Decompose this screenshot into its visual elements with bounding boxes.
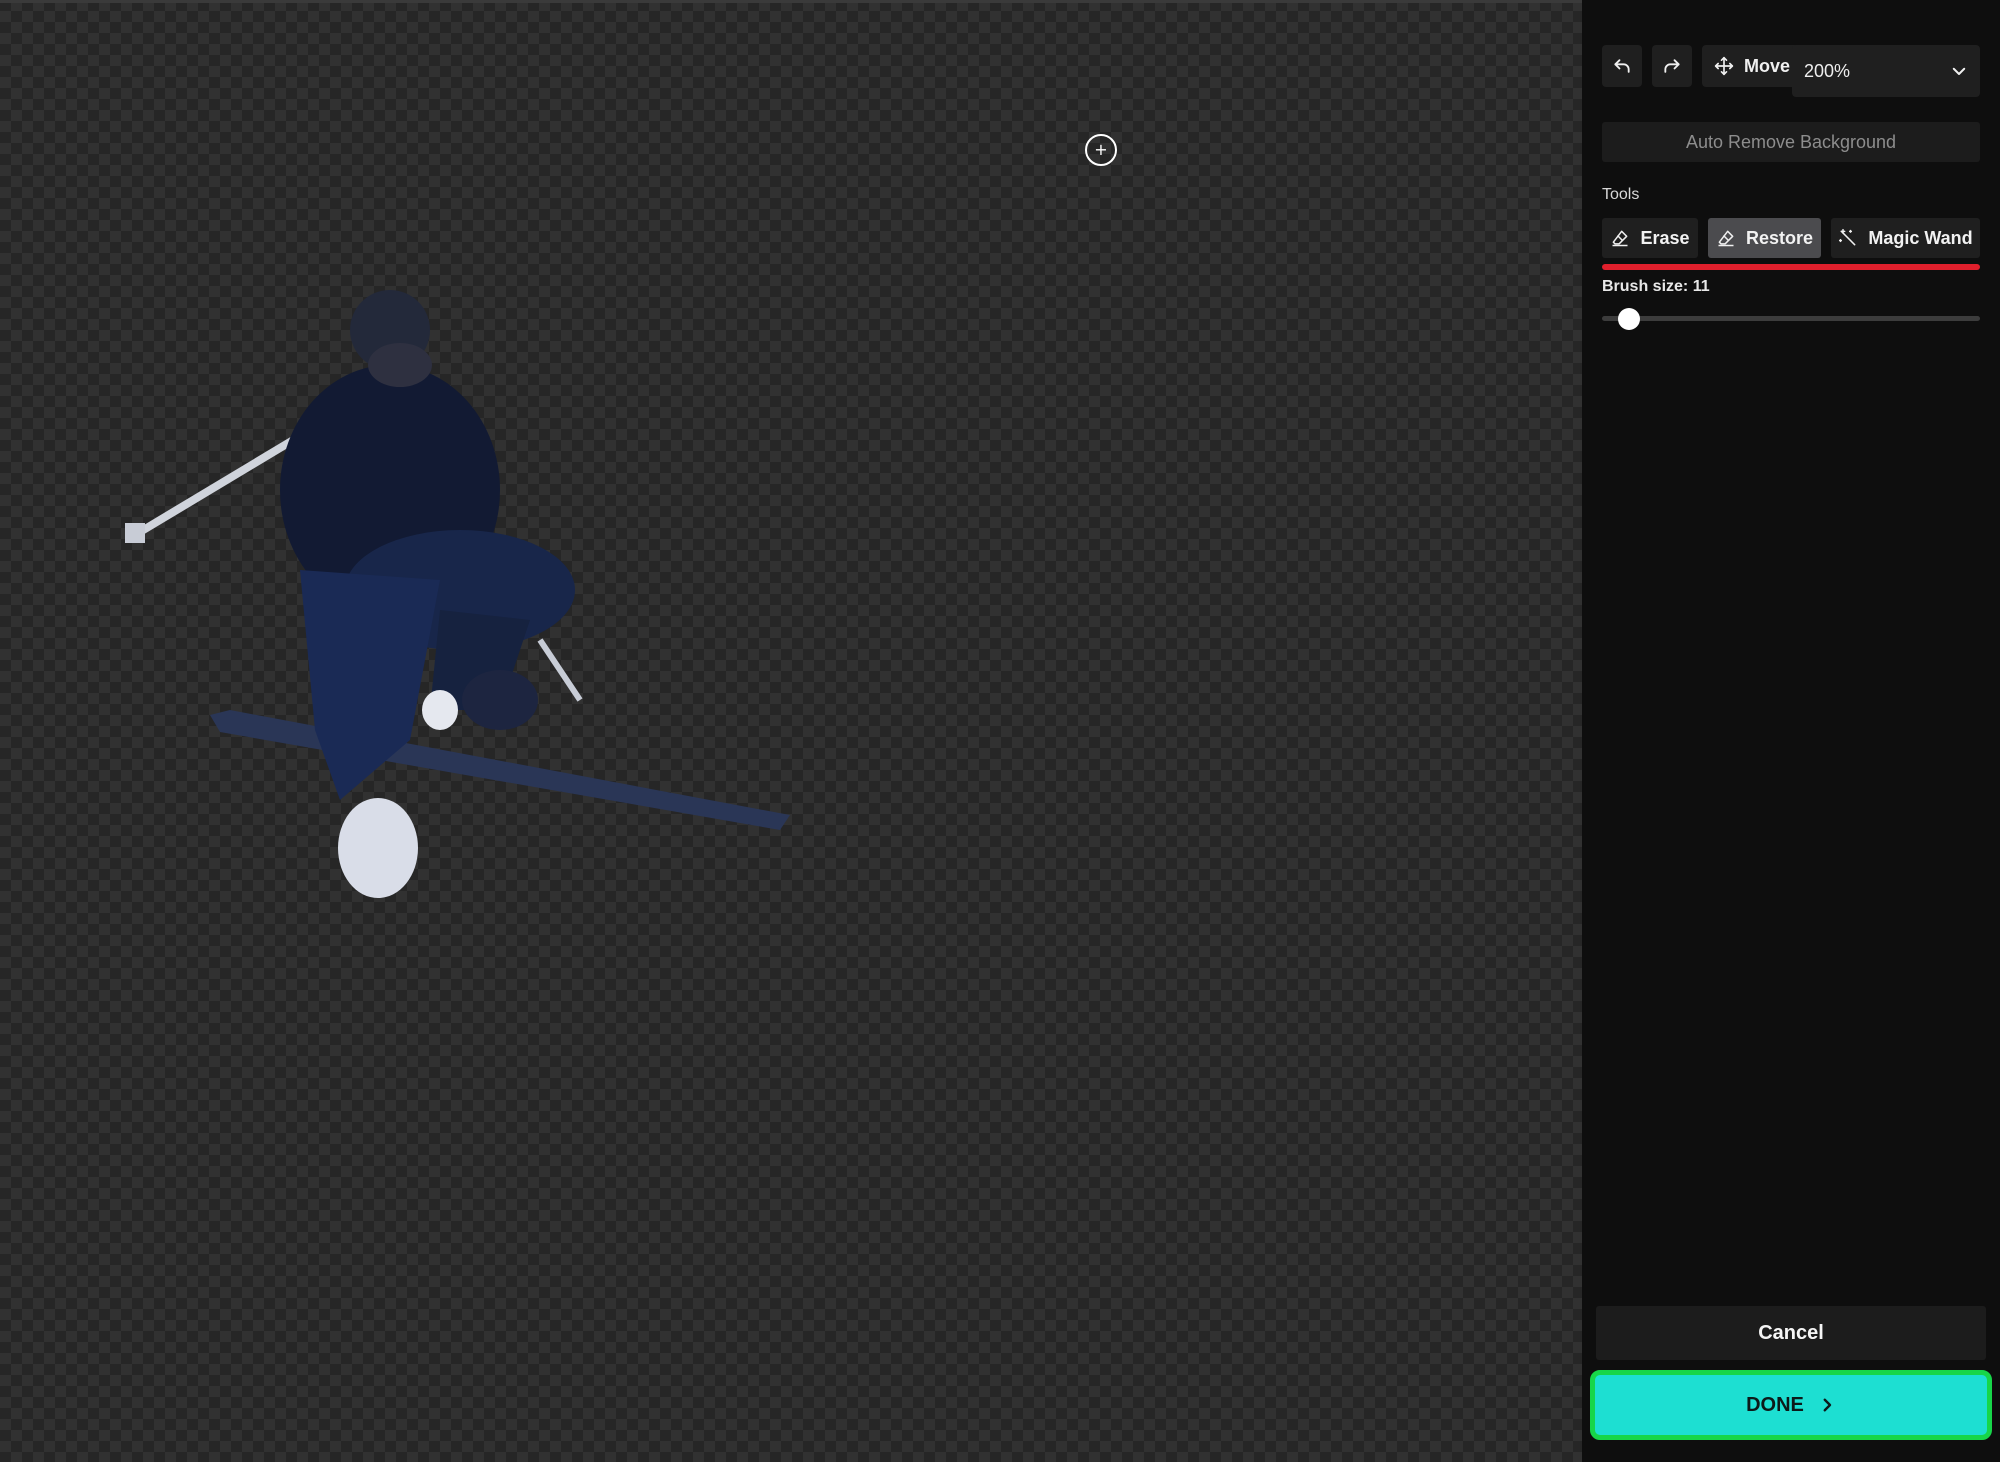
chevron-down-icon xyxy=(1952,67,1966,75)
erase-tool-button[interactable]: Erase xyxy=(1602,218,1698,258)
auto-remove-background-button[interactable]: Auto Remove Background xyxy=(1602,122,1980,162)
done-button[interactable]: DONE xyxy=(1590,1370,1992,1440)
magic-wand-tool-label: Magic Wand xyxy=(1868,227,1973,248)
tool-group: Erase Restore Magic Wand xyxy=(1602,218,1980,258)
undo-button[interactable] xyxy=(1602,45,1642,87)
magic-wand-tool-button[interactable]: Magic Wand xyxy=(1831,218,1980,258)
brush-size-slider-track[interactable] xyxy=(1602,316,1980,321)
cancel-button[interactable]: Cancel xyxy=(1596,1306,1986,1360)
skier-cutout-image xyxy=(125,290,790,898)
magic-wand-icon xyxy=(1839,228,1856,246)
editor-canvas[interactable]: + xyxy=(0,0,1582,1462)
redo-button[interactable] xyxy=(1652,45,1692,87)
tools-heading: Tools xyxy=(1602,186,1640,203)
eraser-icon xyxy=(1612,230,1628,247)
move-button-label: Move xyxy=(1744,55,1791,76)
canvas-top-border xyxy=(0,0,1582,3)
undo-icon xyxy=(1614,59,1630,73)
edit-side-panel: Move 200% Auto Remove Background Tools E… xyxy=(1582,0,2000,1462)
chevron-right-icon xyxy=(1823,1398,1832,1412)
move-icon xyxy=(1714,56,1734,76)
restore-tool-label: Restore xyxy=(1745,227,1814,248)
redo-icon xyxy=(1664,59,1680,73)
restore-tool-button[interactable]: Restore xyxy=(1708,218,1821,258)
brush-size-slider-thumb[interactable] xyxy=(1618,308,1640,330)
done-button-label: DONE xyxy=(1746,1393,1804,1416)
erase-tool-label: Erase xyxy=(1640,227,1690,248)
zoom-select[interactable]: 200% xyxy=(1792,45,1980,97)
zoom-value: 200% xyxy=(1804,60,1851,81)
brush-size-label: Brush size: 11 xyxy=(1602,278,1710,295)
top-toolbar: Move xyxy=(1602,45,1803,89)
brush-cursor: + xyxy=(1085,134,1117,166)
move-button[interactable]: Move xyxy=(1702,45,1803,87)
eraser-icon xyxy=(1718,230,1734,247)
active-tool-underline xyxy=(1602,264,1980,270)
